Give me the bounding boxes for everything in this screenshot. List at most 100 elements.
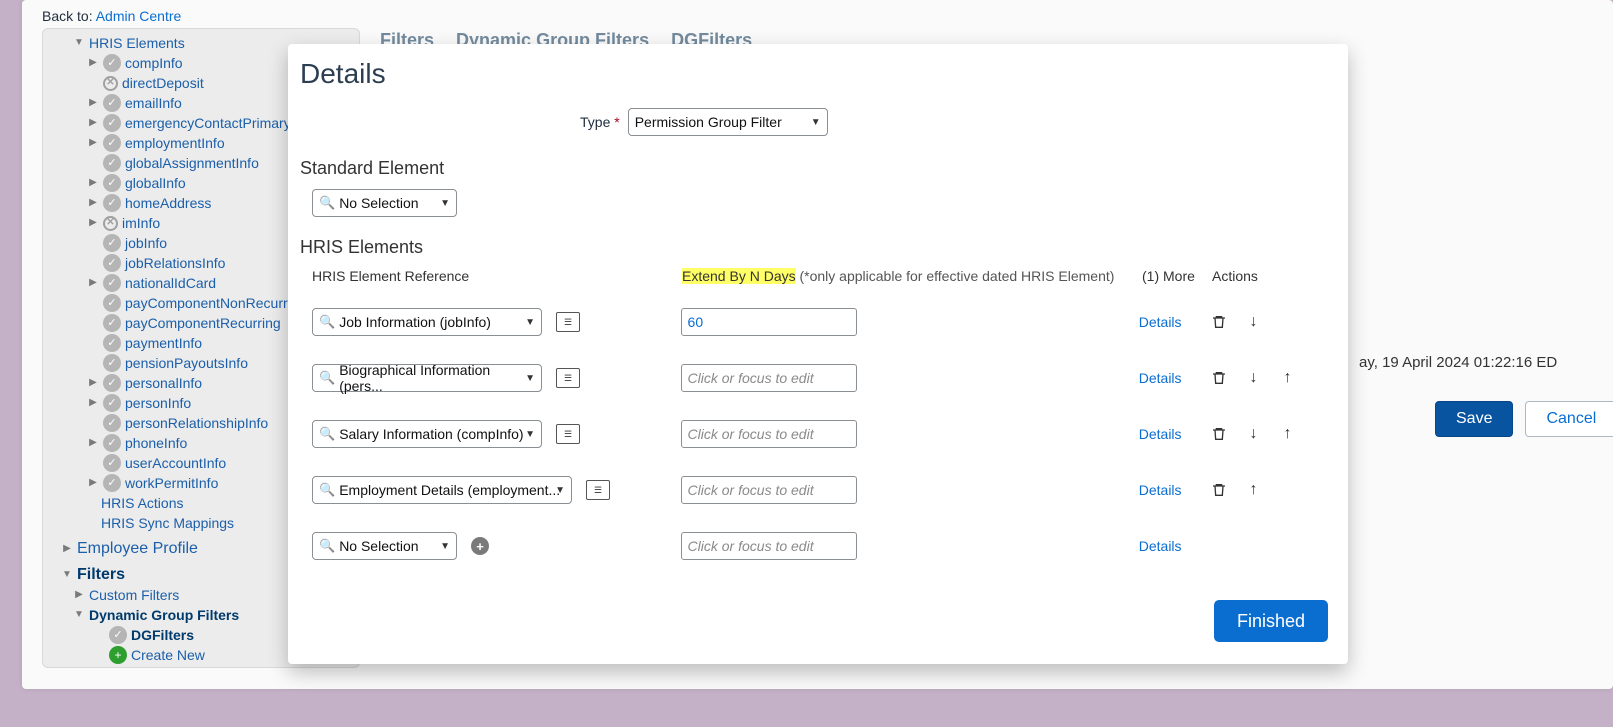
extend-days-input[interactable] <box>681 420 857 448</box>
tree-root-label: HRIS Elements <box>89 33 185 53</box>
hris-header-row: HRIS Element Reference Extend By N Days … <box>300 268 1328 284</box>
details-popup-icon[interactable] <box>556 424 580 444</box>
trash-icon[interactable] <box>1208 367 1230 389</box>
expand-icon[interactable] <box>57 539 77 559</box>
hris-ref-value: Salary Information (compInfo) <box>339 426 523 442</box>
type-label: Type * <box>580 114 620 130</box>
check-icon <box>103 334 121 352</box>
tree-item-label: pensionPayoutsInfo <box>125 353 248 373</box>
back-to-prefix: Back to: <box>42 8 96 24</box>
tree-item-label: personRelationshipInfo <box>125 413 268 433</box>
details-modal: Details Type * Permission Group Filter ▼… <box>288 44 1348 664</box>
right-strip: ay, 19 April 2024 01:22:16 ED Save Cance… <box>1353 330 1613 437</box>
hris-ref-select[interactable]: 🔍Biographical Information (pers...▼ <box>312 364 542 392</box>
tree-item-label: payComponentRecurring <box>125 313 281 333</box>
check-icon <box>103 234 121 252</box>
hris-ref-value: Employment Details (employment... <box>339 482 560 498</box>
hris-ref-select[interactable]: 🔍No Selection▼ <box>312 532 457 560</box>
hris-row: 🔍Employment Details (employment...▼ Detai… <box>300 462 1328 518</box>
hris-ref-select[interactable]: 🔍Salary Information (compInfo)▼ <box>312 420 542 448</box>
hris-ref-select[interactable]: 🔍Employment Details (employment...▼ <box>312 476 572 504</box>
search-icon: 🔍 <box>319 314 335 330</box>
timestamp: ay, 19 April 2024 01:22:16 ED <box>1353 330 1613 401</box>
breadcrumb: Back to: Admin Centre <box>42 8 181 24</box>
chevron-down-icon: ▼ <box>525 429 535 440</box>
expand-icon[interactable] <box>83 113 103 133</box>
expand-icon[interactable] <box>83 373 103 393</box>
details-popup-icon[interactable] <box>556 368 580 388</box>
details-link[interactable]: Details <box>1139 482 1182 498</box>
save-button[interactable]: Save <box>1435 401 1513 437</box>
cancel-button[interactable]: Cancel <box>1525 401 1613 437</box>
tree-item-label: jobRelationsInfo <box>125 253 225 273</box>
tree-item-label: payComponentNonRecurring <box>125 293 306 313</box>
extend-days-input[interactable] <box>681 364 857 392</box>
hris-ref-value: Biographical Information (pers... <box>339 362 535 394</box>
check-icon <box>103 414 121 432</box>
expand-icon[interactable] <box>83 213 103 233</box>
tree-item-label: personalInfo <box>125 373 202 393</box>
add-row-icon[interactable] <box>471 537 489 555</box>
extend-days-input[interactable] <box>681 532 857 560</box>
type-select[interactable]: Permission Group Filter ▼ <box>628 108 828 136</box>
check-icon <box>103 154 121 172</box>
hris-row: 🔍No Selection▼ Details <box>300 518 1328 574</box>
tree-item-label: Custom Filters <box>89 585 179 605</box>
expand-icon[interactable] <box>83 53 103 73</box>
check-icon <box>103 274 121 292</box>
back-to-link[interactable]: Admin Centre <box>96 8 182 24</box>
details-link[interactable]: Details <box>1139 370 1182 386</box>
move-down-icon[interactable]: ↓ <box>1242 367 1264 389</box>
standard-element-value: No Selection <box>339 195 418 211</box>
move-down-icon[interactable]: ↓ <box>1242 423 1264 445</box>
hris-ref-value: No Selection <box>339 538 418 554</box>
tree-section-label: Employee Profile <box>77 539 198 559</box>
details-link[interactable]: Details <box>1139 314 1182 330</box>
move-up-icon[interactable]: ↑ <box>1242 479 1264 501</box>
move-up-icon[interactable]: ↑ <box>1276 367 1298 389</box>
tree-item-label: HRIS Actions <box>101 493 183 513</box>
expand-icon[interactable] <box>69 585 89 605</box>
details-popup-icon[interactable] <box>586 480 610 500</box>
expand-icon[interactable] <box>57 565 77 585</box>
trash-icon[interactable] <box>1208 479 1230 501</box>
details-popup-icon[interactable] <box>556 312 580 332</box>
expand-icon[interactable] <box>83 473 103 493</box>
tree-item-label: emergencyContactPrimary <box>125 113 291 133</box>
extend-days-input[interactable] <box>681 476 857 504</box>
tree-item-label: globalAssignmentInfo <box>125 153 259 173</box>
check-icon <box>103 354 121 372</box>
expand-icon[interactable] <box>83 133 103 153</box>
expand-icon[interactable] <box>83 393 103 413</box>
hris-ref-select[interactable]: 🔍Job Information (jobInfo)▼ <box>312 308 542 336</box>
check-icon <box>103 174 121 192</box>
details-link[interactable]: Details <box>1139 426 1182 442</box>
expand-icon[interactable] <box>83 93 103 113</box>
expand-icon[interactable] <box>83 273 103 293</box>
trash-icon[interactable] <box>1208 311 1230 333</box>
tree-item-label: employmentInfo <box>125 133 225 153</box>
expand-icon[interactable] <box>83 173 103 193</box>
details-link[interactable]: Details <box>1139 538 1182 554</box>
chevron-down-icon: ▼ <box>525 373 535 384</box>
tree-item-label: workPermitInfo <box>125 473 218 493</box>
expand-icon[interactable] <box>83 433 103 453</box>
chevron-down-icon[interactable] <box>69 33 89 53</box>
check-icon <box>103 54 121 72</box>
col-hris-reference: HRIS Element Reference <box>300 268 682 284</box>
search-icon: 🔍 <box>319 538 335 554</box>
tree-item-label: personInfo <box>125 393 191 413</box>
expand-icon[interactable] <box>83 193 103 213</box>
chevron-down-icon: ▼ <box>555 485 565 496</box>
trash-icon[interactable] <box>1208 423 1230 445</box>
finished-button[interactable]: Finished <box>1214 600 1328 642</box>
check-icon <box>103 454 121 472</box>
move-up-icon[interactable]: ↑ <box>1276 423 1298 445</box>
hris-row: 🔍Biographical Information (pers...▼ Detai… <box>300 350 1328 406</box>
standard-element-select[interactable]: 🔍 No Selection ▼ <box>312 189 457 217</box>
chevron-down-icon: ▼ <box>440 198 450 209</box>
extend-days-input[interactable] <box>681 308 857 336</box>
move-down-icon[interactable]: ↓ <box>1242 311 1264 333</box>
cross-icon <box>103 76 118 91</box>
expand-icon[interactable] <box>69 605 89 625</box>
